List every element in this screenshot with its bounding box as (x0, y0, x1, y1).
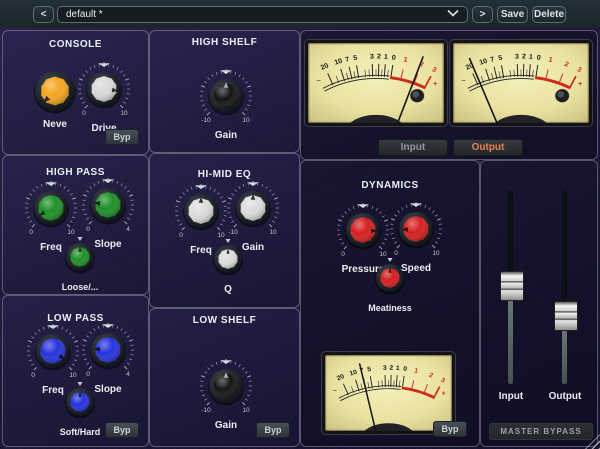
low-shelf-panel: LOW SHELF -10 10 Gain Byp (149, 308, 300, 447)
svg-text:4: 4 (126, 226, 130, 233)
knob-dial (213, 239, 243, 276)
svg-text:2: 2 (377, 54, 381, 61)
svg-text:10: 10 (242, 407, 250, 414)
svg-text:2: 2 (522, 54, 526, 61)
high-pass-mode-knob[interactable]: Loose/... (56, 232, 104, 292)
low-shelf-gain-label: Gain (214, 420, 238, 431)
output-fader-handle[interactable] (554, 301, 578, 331)
meter-input-button[interactable]: Input (378, 139, 448, 156)
svg-text:-10: -10 (201, 407, 211, 414)
input-vu-meter: 20 10 7 5 3 2 1 0 1 2 3− + (304, 39, 448, 127)
preset-prev-button[interactable]: < (33, 6, 54, 23)
plugin-window: < default * > Save Delete CONSOLE Neve 0… (0, 0, 600, 449)
svg-text:0: 0 (29, 229, 33, 236)
svg-text:−: − (316, 76, 320, 85)
preset-name: default * (66, 9, 103, 20)
delete-button[interactable]: Delete (532, 6, 566, 23)
svg-text:+: + (442, 391, 446, 398)
svg-text:10: 10 (269, 229, 277, 236)
meter-output-button[interactable]: Output (453, 139, 523, 156)
low-pass-mode-knob[interactable]: Soft/Hard (56, 377, 104, 437)
high-pass-mode-label: Loose/... (61, 282, 99, 292)
preset-dropdown[interactable]: default * (57, 6, 468, 23)
high-shelf-gain-knob[interactable]: -10 10 Gain (194, 66, 258, 141)
master-panel: Input Output MASTER BYPASS (480, 160, 598, 447)
dynamics-title: DYNAMICS (361, 180, 419, 191)
dynamics-panel: DYNAMICS 0 10 Pressure 0 10 Speed Meatines… (300, 160, 480, 447)
knob-dial: -10 10 (227, 181, 279, 236)
svg-text:0: 0 (341, 251, 345, 258)
svg-text:-10: -10 (201, 117, 211, 124)
meatiness-label: Meatiness (368, 303, 412, 313)
console-bypass-button[interactable]: Byp (105, 129, 139, 145)
svg-text:0: 0 (82, 110, 86, 117)
preset-toolbar: < default * > Save Delete (0, 0, 600, 29)
meatiness-knob[interactable]: Meatiness (366, 253, 414, 313)
hi-mid-q-label: Q (224, 284, 232, 295)
input-fader-label: Input (498, 391, 524, 402)
svg-text:10: 10 (432, 250, 440, 257)
knob-dial: 0 10 (390, 202, 442, 257)
high-shelf-title: HIGH SHELF (191, 37, 258, 48)
input-fader-handle[interactable] (500, 271, 524, 301)
svg-text:0: 0 (179, 232, 183, 239)
hi-mid-q-knob[interactable]: Q (204, 234, 252, 295)
low-shelf-bypass-button[interactable]: Byp (256, 422, 290, 438)
input-fader-track-lower[interactable] (508, 297, 513, 384)
console-panel: CONSOLE Neve 0 10 Drive Byp (2, 30, 149, 155)
drive-knob[interactable]: 0 10 Drive (72, 59, 136, 134)
plugin-body: CONSOLE Neve 0 10 Drive Byp HIGH PASS 0 10… (0, 28, 600, 449)
preset-next-button[interactable]: > (472, 6, 493, 23)
hi-mid-eq-panel: HI-MID EQ 0 10 Freq -10 10 Gain Q (149, 153, 300, 308)
svg-text:2: 2 (389, 365, 393, 372)
output-fader-track-lower[interactable] (562, 327, 567, 384)
svg-text:+: + (578, 79, 583, 88)
knob-dial (375, 258, 405, 295)
chevron-down-icon (447, 9, 459, 20)
output-vu-meter: 20 10 7 5 3 2 1 0 1 2 3− + (449, 39, 593, 127)
knob-dial (65, 382, 95, 419)
svg-text:3: 3 (383, 365, 387, 372)
high-shelf-gain-label: Gain (214, 130, 238, 141)
svg-text:+: + (433, 79, 438, 88)
knob-dial: -10 10 (200, 69, 252, 124)
knob-dial: 04 (82, 178, 134, 233)
svg-text:10: 10 (120, 110, 128, 117)
knob-dial: 0 10 (78, 62, 130, 117)
svg-text:4: 4 (126, 371, 130, 378)
svg-text:10: 10 (242, 117, 250, 124)
svg-text:3: 3 (515, 54, 519, 61)
svg-text:0: 0 (31, 372, 35, 379)
svg-text:1: 1 (529, 54, 534, 61)
svg-text:3: 3 (370, 54, 374, 61)
knob-dial: -10 10 (200, 359, 252, 414)
low-pass-mode-label: Soft/Hard (59, 427, 101, 437)
low-shelf-gain-knob[interactable]: -10 10 Gain (194, 356, 258, 431)
svg-text:−: − (333, 388, 337, 395)
output-fader-label: Output (548, 391, 582, 402)
high-pass-panel: HIGH PASS 0 10 Freq 04 Slope Loose/... (2, 155, 149, 295)
low-pass-bypass-button[interactable]: Byp (105, 422, 139, 438)
svg-text:−: − (461, 76, 465, 85)
knob-dial (65, 237, 95, 274)
master-bypass-button[interactable]: MASTER BYPASS (489, 423, 593, 440)
svg-text:1: 1 (384, 54, 389, 61)
low-shelf-title: LOW SHELF (192, 315, 257, 326)
meters-panel: 20 10 7 5 3 2 1 0 1 2 3− + 20 10 7 5 3 2 1 0 1 2 3− + Input Ou… (300, 30, 598, 160)
knob-dial: 04 (82, 323, 134, 378)
knob-dial: 0 10 (25, 181, 77, 236)
save-button[interactable]: Save (497, 6, 528, 23)
low-pass-panel: LOW PASS 0 10 Freq 04 Slope Soft/Hard Byp (2, 295, 149, 447)
console-title: CONSOLE (49, 39, 102, 50)
dynamics-bypass-button[interactable]: Byp (433, 421, 467, 437)
high-shelf-panel: HIGH SHELF -10 10 Gain (149, 30, 300, 153)
